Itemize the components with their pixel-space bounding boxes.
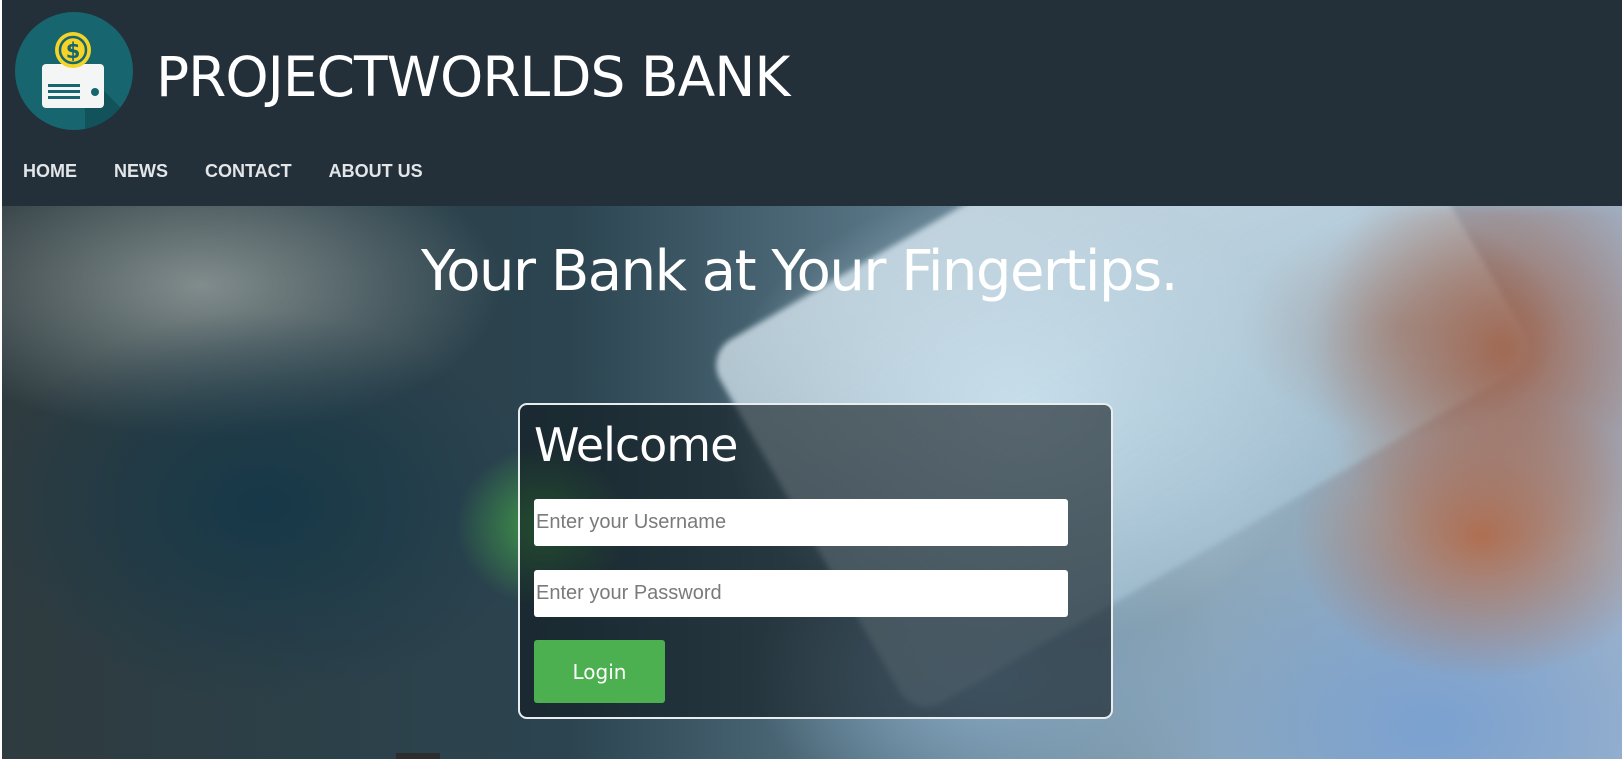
nav-item-home[interactable]: HOME	[23, 158, 77, 184]
svg-text:$: $	[66, 39, 81, 63]
login-heading: Welcome	[534, 418, 738, 472]
brand-title: PROJECTWORLDS BANK	[156, 45, 790, 109]
nav-item-about-us[interactable]: ABOUT US	[329, 158, 423, 184]
site-header: $ PROJECTWORLDS BANK HOME NEWS CONTACT A…	[2, 0, 1622, 206]
hero-tagline: Your Bank at Your Fingertips.	[421, 239, 1178, 304]
page: $ PROJECTWORLDS BANK HOME NEWS CONTACT A…	[0, 0, 1622, 759]
dollar-card-icon[interactable]: $	[15, 12, 133, 130]
nav-item-contact[interactable]: CONTACT	[205, 158, 292, 184]
password-input[interactable]	[534, 570, 1068, 617]
horizontal-scrollbar-thumb[interactable]	[396, 753, 440, 759]
login-button[interactable]: Login	[534, 640, 665, 703]
main-nav: HOME NEWS CONTACT ABOUT US	[23, 158, 460, 184]
username-input[interactable]	[534, 499, 1068, 546]
login-panel: Welcome Login	[518, 403, 1113, 719]
hero-banner: Your Bank at Your Fingertips. Welcome Lo…	[2, 206, 1622, 759]
nav-item-news[interactable]: NEWS	[114, 158, 168, 184]
